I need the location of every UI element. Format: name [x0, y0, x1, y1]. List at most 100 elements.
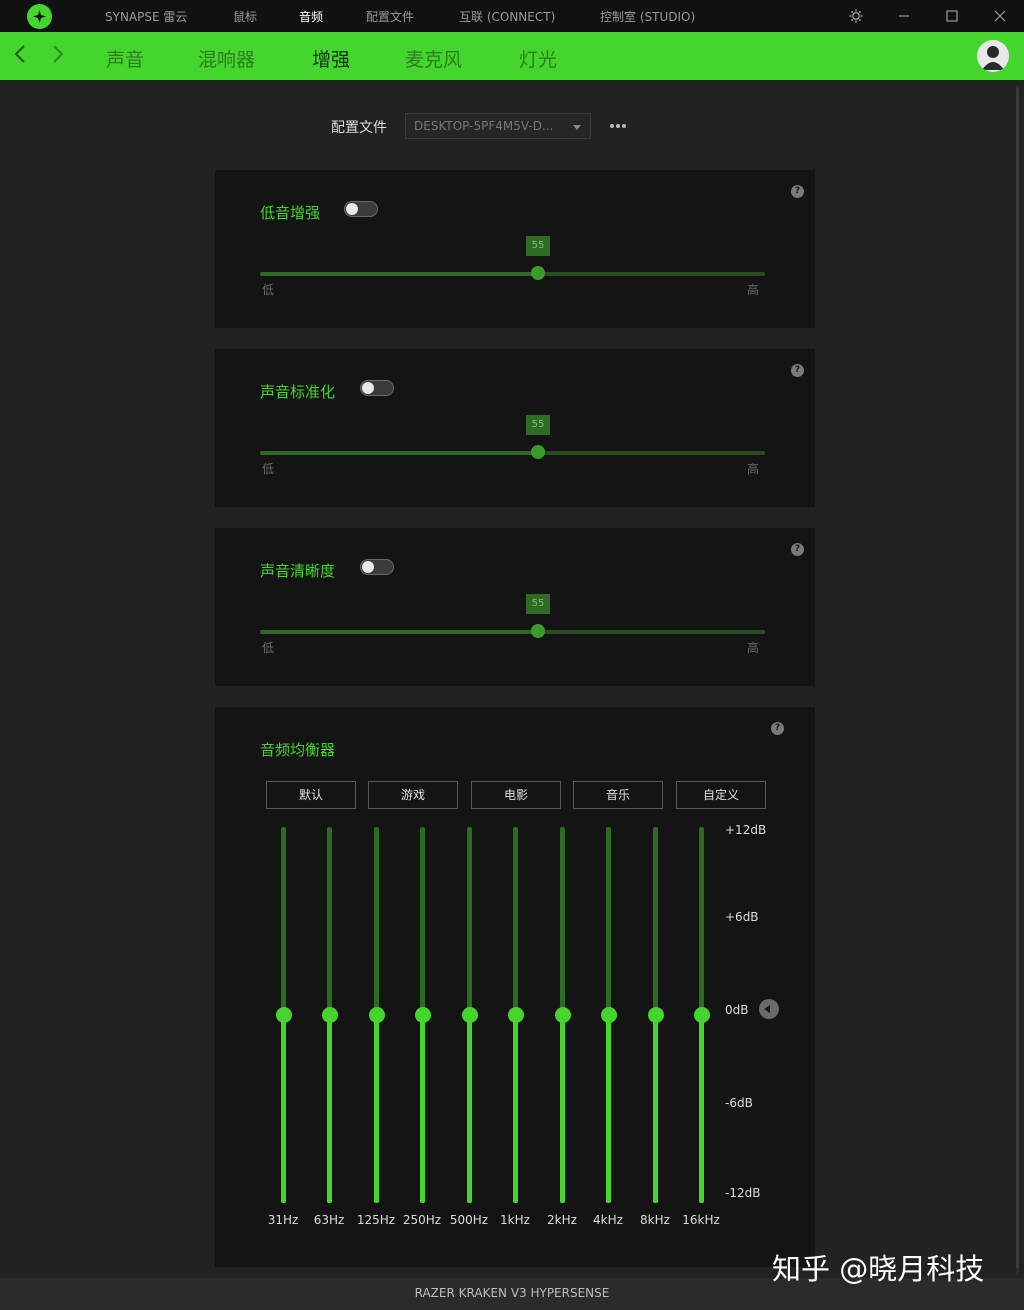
eq-handle[interactable] [322, 1007, 338, 1023]
bass-boost-card: 低音增强 ? 55 低 高 [215, 170, 815, 328]
db-label: 0dB [725, 1003, 749, 1017]
eq-band-slider[interactable] [601, 827, 617, 1203]
slider-handle[interactable] [531, 624, 545, 638]
eq-handle[interactable] [462, 1007, 478, 1023]
slider-track[interactable] [260, 266, 765, 280]
eq-fill [420, 1015, 425, 1203]
slider-fill [260, 630, 538, 634]
slider-value-badge: 55 [526, 594, 550, 614]
minimize-icon[interactable] [881, 0, 927, 32]
eq-frequency-label: 125Hz [356, 1213, 396, 1227]
eq-handle[interactable] [648, 1007, 664, 1023]
voice-clarity-toggle[interactable] [360, 559, 394, 575]
eq-band-slider[interactable] [276, 827, 292, 1203]
maximize-icon[interactable] [929, 0, 975, 32]
eq-handle[interactable] [276, 1007, 292, 1023]
preset-music-button[interactable]: 音乐 [573, 781, 663, 809]
slider-handle[interactable] [531, 445, 545, 459]
slider-low-label: 低 [262, 641, 275, 655]
eq-band-slider[interactable] [508, 827, 524, 1203]
scrollbar-thumb[interactable] [1016, 88, 1019, 1268]
eq-frequency-label: 500Hz [449, 1213, 489, 1227]
tab-mixer[interactable]: 混响器 [198, 45, 255, 72]
eq-frequency-label: 1kHz [500, 1213, 530, 1227]
help-icon[interactable]: ? [791, 364, 804, 377]
eq-frequency-label: 63Hz [313, 1213, 345, 1227]
slider-value-badge: 55 [526, 415, 550, 435]
help-icon[interactable]: ? [791, 185, 804, 198]
preset-game-button[interactable]: 游戏 [368, 781, 458, 809]
equalizer-card: 音频均衡器 ? 默认 游戏 电影 音乐 自定义 31Hz 63Hz 125Hz 250… [215, 707, 815, 1267]
db-label: -6dB [725, 1096, 753, 1110]
slider-handle[interactable] [531, 266, 545, 280]
eq-fill [374, 1015, 379, 1203]
nav-connect[interactable]: 互联 (CONNECT) [459, 8, 555, 25]
equalizer-title: 音频均衡器 [260, 741, 336, 759]
eq-band-slider[interactable] [694, 827, 710, 1203]
eq-fill [606, 1015, 611, 1203]
eq-handle[interactable] [694, 1007, 710, 1023]
voice-clarity-card: 声音清晰度 ? 55 低 高 [215, 528, 815, 686]
nav-studio[interactable]: 控制室 (STUDIO) [600, 8, 695, 25]
eq-fill [513, 1015, 518, 1203]
preset-movie-button[interactable]: 电影 [471, 781, 561, 809]
tab-microphone[interactable]: 麦克风 [405, 45, 462, 72]
watermark: 知乎 @晓月科技 [772, 1252, 985, 1286]
eq-fill [699, 1015, 704, 1203]
tab-enhancement[interactable]: 增强 [312, 45, 350, 72]
eq-fill [560, 1015, 565, 1203]
top-nav: SYNAPSE 雷云 鼠标 音频 配置文件 互联 (CONNECT) 控制室 (… [0, 0, 820, 32]
eq-band-slider[interactable] [555, 827, 571, 1203]
eq-handle[interactable] [508, 1007, 524, 1023]
profile-value: DESKTOP-5PF4M5V-D... [414, 119, 554, 133]
eq-band-slider[interactable] [415, 827, 431, 1203]
eq-handle[interactable] [415, 1007, 431, 1023]
settings-icon[interactable] [833, 0, 879, 32]
user-avatar-icon[interactable] [977, 40, 1009, 72]
eq-handle[interactable] [555, 1007, 571, 1023]
back-arrow-icon[interactable] [14, 44, 26, 69]
slider-track[interactable] [260, 445, 765, 459]
eq-frequency-label: 2kHz [547, 1213, 577, 1227]
profile-dropdown[interactable]: DESKTOP-5PF4M5V-D... [405, 113, 591, 139]
slider-low-label: 低 [262, 462, 275, 476]
eq-band-slider[interactable] [648, 827, 664, 1203]
help-icon[interactable]: ? [791, 543, 804, 556]
slider-low-label: 低 [262, 283, 275, 297]
more-icon[interactable] [610, 119, 630, 133]
nav-mouse[interactable]: 鼠标 [233, 8, 257, 25]
device-name: RAZER KRAKEN V3 HYPERSENSE [414, 1286, 610, 1300]
slider-fill [260, 451, 538, 455]
eq-fill [653, 1015, 658, 1203]
sound-normalization-toggle[interactable] [360, 380, 394, 396]
eq-frequency-label: 8kHz [640, 1213, 670, 1227]
eq-frequency-label: 250Hz [402, 1213, 442, 1227]
eq-handle[interactable] [601, 1007, 617, 1023]
card-title: 声音标准化 [260, 383, 336, 401]
tab-lighting[interactable]: 灯光 [519, 45, 557, 72]
eq-band-slider[interactable] [322, 827, 338, 1203]
eq-band-slider[interactable] [462, 827, 478, 1203]
close-icon[interactable] [977, 0, 1023, 32]
nav-profiles[interactable]: 配置文件 [366, 8, 414, 25]
tab-bar: 声音 混响器 增强 麦克风 灯光 [0, 32, 1024, 80]
eq-reset-icon[interactable] [759, 999, 779, 1019]
nav-audio[interactable]: 音频 [299, 8, 323, 25]
eq-handle[interactable] [369, 1007, 385, 1023]
tab-sound[interactable]: 声音 [106, 45, 144, 72]
sound-normalization-card: 声音标准化 ? 55 低 高 [215, 349, 815, 507]
eq-band-slider[interactable] [369, 827, 385, 1203]
db-label: -12dB [725, 1186, 761, 1200]
slider-high-label: 高 [747, 283, 760, 297]
eq-fill [327, 1015, 332, 1203]
slider-high-label: 高 [747, 462, 760, 476]
bass-boost-toggle[interactable] [344, 201, 378, 217]
eq-frequency-label: 16kHz [682, 1213, 720, 1227]
help-icon[interactable]: ? [771, 722, 784, 735]
preset-default-button[interactable]: 默认 [266, 781, 356, 809]
forward-arrow-icon[interactable] [52, 44, 64, 69]
db-label: +12dB [725, 823, 767, 837]
slider-track[interactable] [260, 624, 765, 638]
preset-custom-button[interactable]: 自定义 [676, 781, 766, 809]
nav-synapse[interactable]: SYNAPSE 雷云 [105, 8, 187, 25]
